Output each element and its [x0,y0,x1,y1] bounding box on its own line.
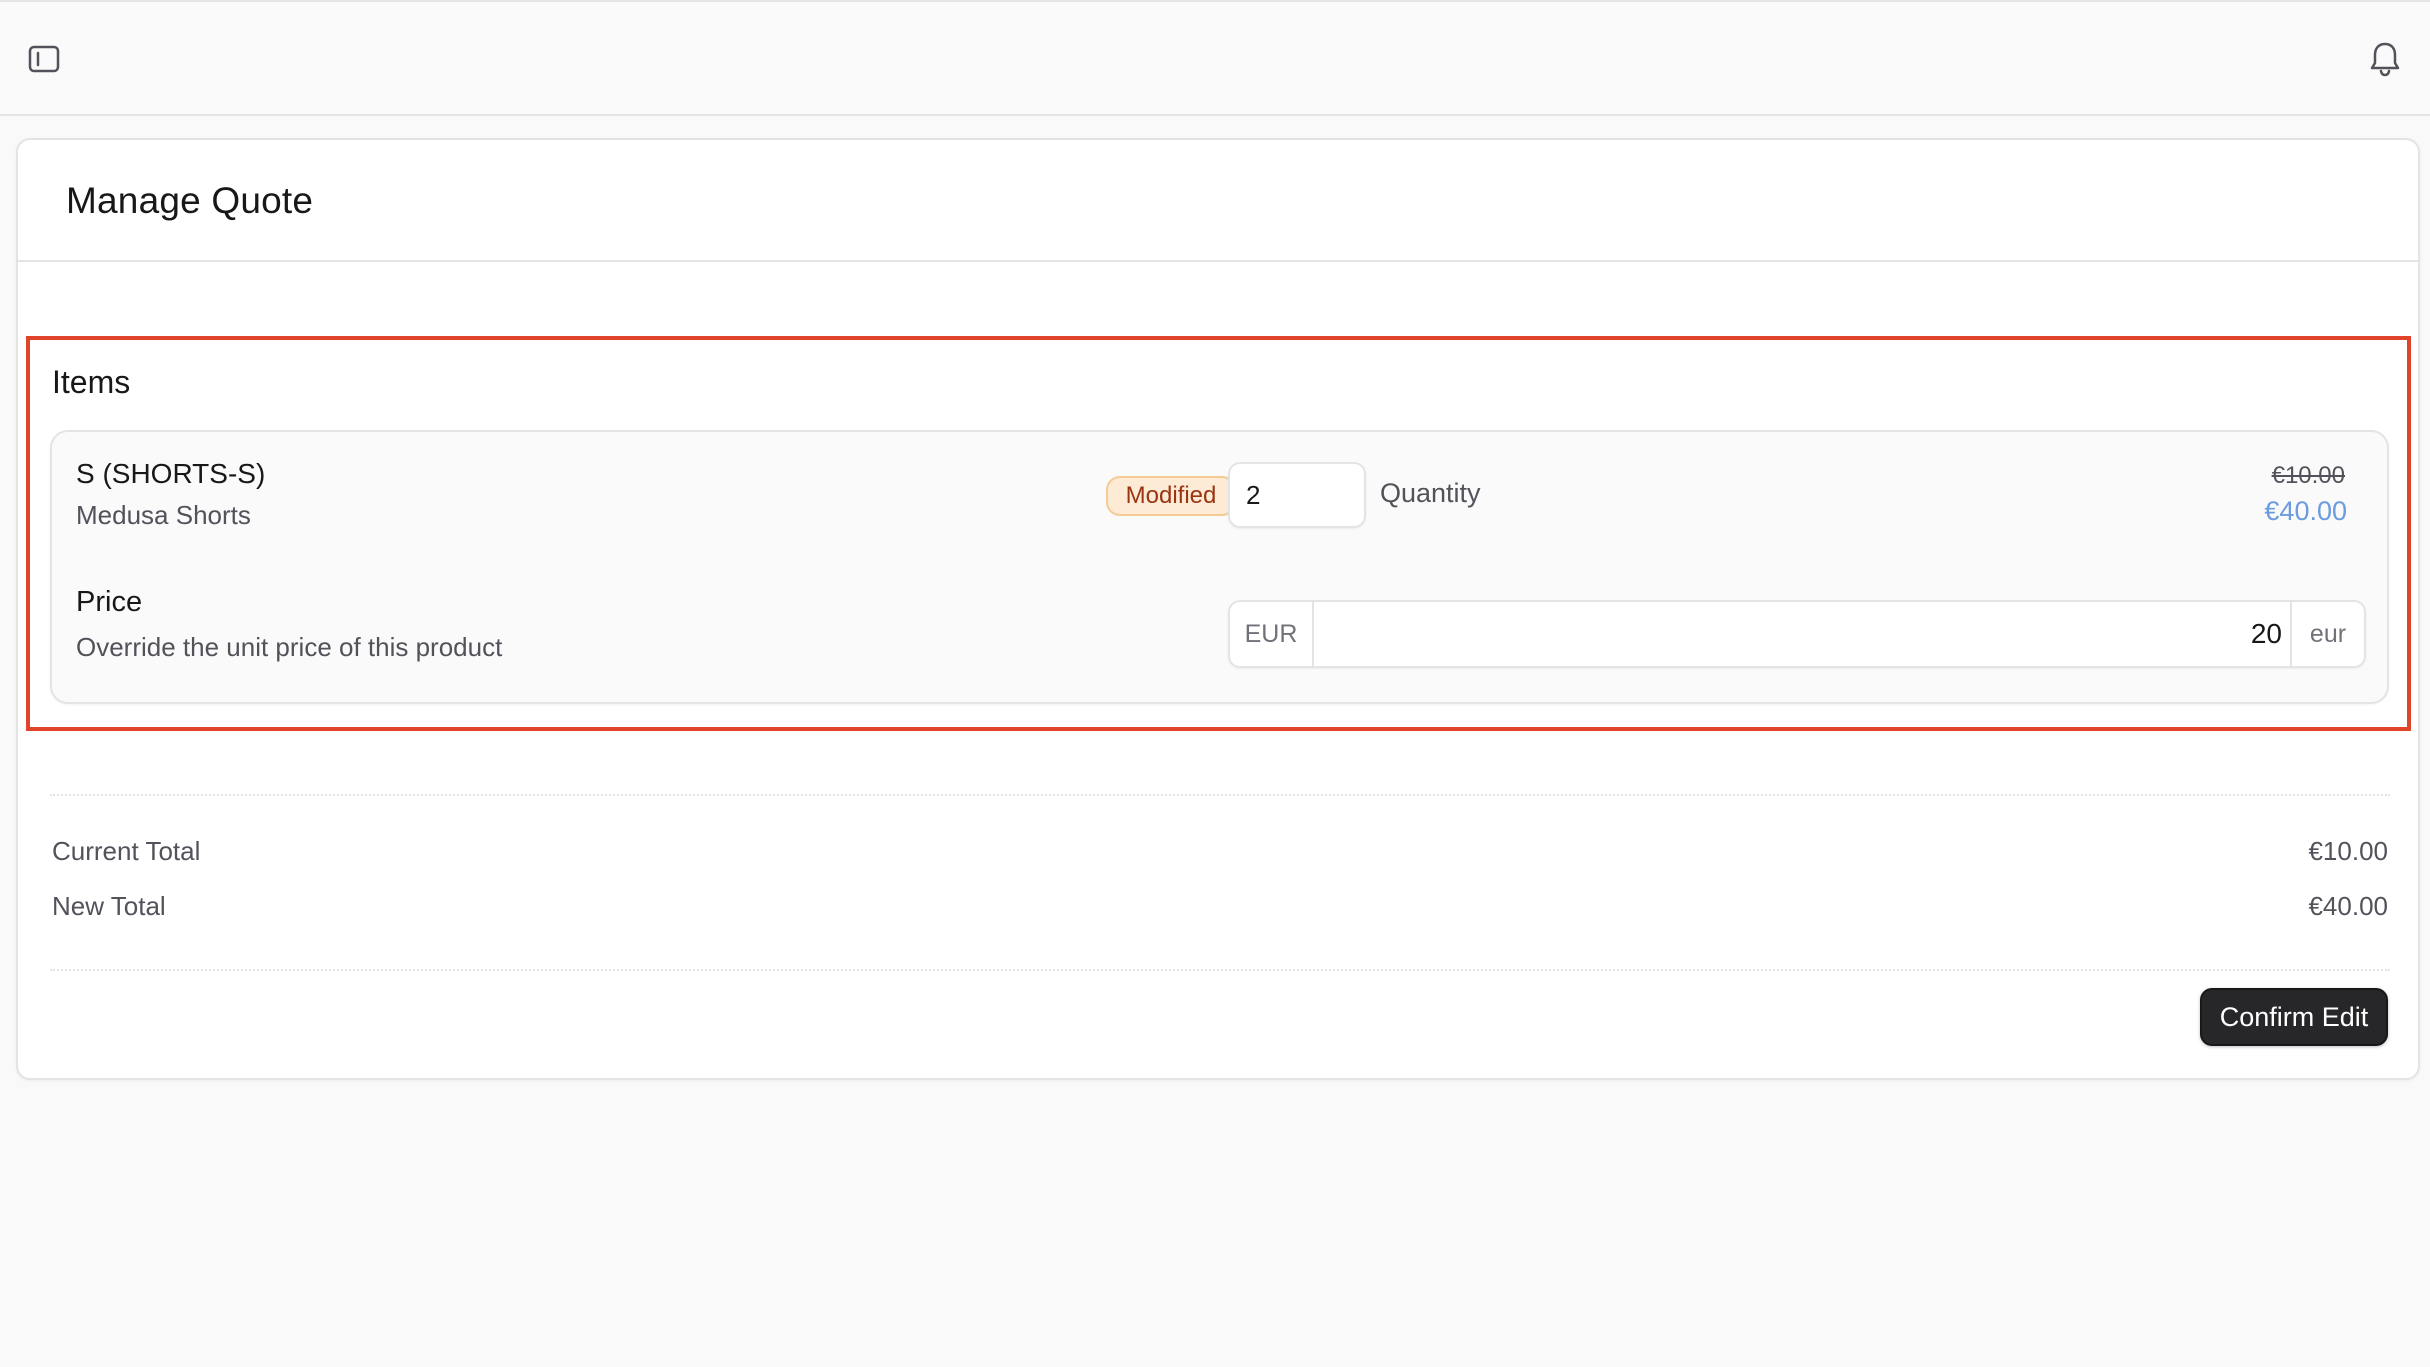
sidebar-toggle-icon[interactable] [28,44,64,76]
current-total-label: Current Total [52,836,201,866]
confirm-edit-button[interactable]: Confirm Edit [2200,988,2388,1046]
original-item-total: €10.00 [2271,462,2345,489]
price-description: Override the unit price of this product [76,632,503,662]
current-total-value: €10.00 [2308,836,2388,866]
price-heading: Price [76,586,143,618]
new-total-label: New Total [52,891,166,921]
bell-icon[interactable] [2368,40,2402,78]
quote-item-card: S (SHORTS-S) Medusa Shorts Modified Quan… [50,430,2389,704]
item-product-title: Medusa Shorts [76,500,251,530]
currency-prefix: EUR [1230,602,1314,666]
card-header: Manage Quote [18,140,2418,262]
page-title: Manage Quote [66,180,314,221]
new-total-value: €40.00 [2308,891,2388,921]
currency-suffix: eur [2290,602,2364,666]
item-variant-title: S (SHORTS-S) [76,458,266,489]
manage-quote-card: Manage Quote Items S (SHORTS-S) Medusa S… [16,138,2420,1080]
top-bar [0,0,2430,116]
items-heading: Items [52,364,131,400]
modified-badge: Modified [1106,476,1236,516]
unit-price-field: EUR eur [1228,600,2366,668]
quantity-label: Quantity [1380,478,1481,508]
unit-price-input[interactable] [1314,602,2290,666]
new-item-total: €40.00 [2264,496,2347,526]
totals-divider-top [50,794,2390,796]
totals-divider-bottom [50,969,2390,971]
quantity-input[interactable] [1228,462,1366,528]
